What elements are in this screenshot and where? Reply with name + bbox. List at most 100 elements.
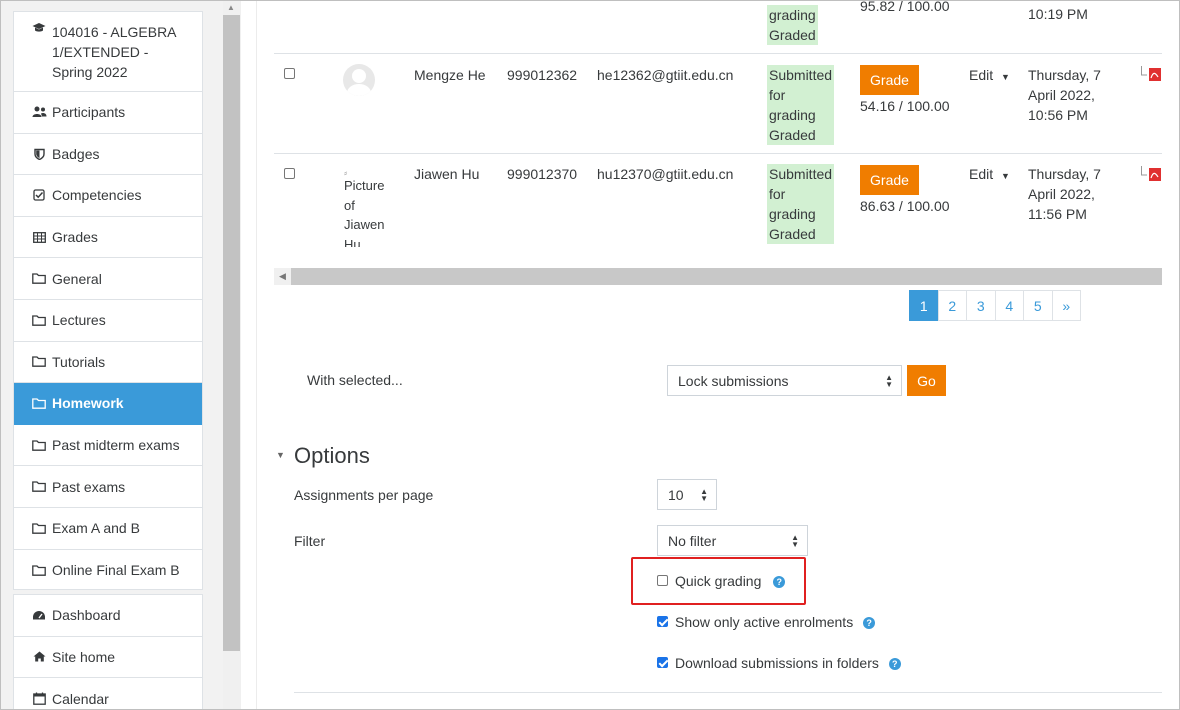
filter-select[interactable]: No filter ▲ ▼ xyxy=(657,525,808,556)
nav-item-participants[interactable]: Participants xyxy=(14,92,202,134)
nav-item-badges[interactable]: Badges xyxy=(14,134,202,176)
select-arrows-icon: ▲ ▼ xyxy=(791,532,799,549)
nav-item-homework[interactable]: Homework xyxy=(14,383,202,425)
pdf-file-icon[interactable] xyxy=(1141,66,1161,82)
nav-item-online-final-exam-b[interactable]: Online Final Exam B xyxy=(14,550,202,592)
section-divider xyxy=(294,692,1162,693)
home-icon xyxy=(31,651,47,662)
id-number: 999012362 xyxy=(507,67,578,83)
nav-item-grades[interactable]: Grades xyxy=(14,217,202,259)
modified-line: Thursday, 7 xyxy=(1028,166,1101,182)
edit-menu[interactable]: Edit ▼ xyxy=(969,164,1010,186)
grade-button[interactable]: Grade xyxy=(860,65,919,95)
nav-item-exam-a-and-b[interactable]: Exam A and B xyxy=(14,508,202,550)
nav-item-lectures[interactable]: Lectures xyxy=(14,300,202,342)
drawer-divider xyxy=(256,1,257,709)
alt-text-line: Hu xyxy=(344,236,361,247)
row-select-checkbox[interactable] xyxy=(284,168,295,179)
select-value: No filter xyxy=(668,532,717,549)
status-line: Graded xyxy=(769,226,816,242)
options-heading[interactable]: Options xyxy=(294,442,370,470)
student-name[interactable]: Mengze He xyxy=(414,65,486,85)
nav-course-title[interactable]: 104016 - ALGEBRA 1/EXTENDED - Spring 202… xyxy=(14,12,202,92)
select-arrows-icon: ▲ ▼ xyxy=(700,486,708,503)
with-selected-label: With selected... xyxy=(307,372,403,388)
nav-item-label: General xyxy=(52,270,102,287)
nav-item-label: Past midterm exams xyxy=(52,437,180,454)
page-link-1[interactable]: 1 xyxy=(909,290,939,321)
scroll-up-arrow-icon[interactable]: ▲ xyxy=(227,3,235,12)
shield-icon xyxy=(31,148,47,160)
score-text: 95.82 / 100.00 xyxy=(860,0,950,14)
course-nav: 104016 - ALGEBRA 1/EXTENDED - Spring 202… xyxy=(13,11,203,590)
pdf-file-icon[interactable] xyxy=(1141,166,1161,182)
course-title-label: 104016 - ALGEBRA 1/EXTENDED - Spring 202… xyxy=(52,24,176,80)
nav-item-general[interactable]: General xyxy=(14,258,202,300)
status-line: for xyxy=(769,87,786,103)
page-link-4[interactable]: 4 xyxy=(994,290,1024,321)
download-folders-option: Download submissions in folders ? xyxy=(675,653,901,673)
help-icon[interactable]: ? xyxy=(863,617,876,630)
student-name[interactable]: Jiawen Hu xyxy=(414,164,479,184)
help-icon[interactable]: ? xyxy=(888,658,901,671)
nav-item-label: Dashboard xyxy=(52,607,121,624)
bulk-action-select[interactable]: Lock submissions ▲ ▼ xyxy=(667,365,902,396)
global-nav: Dashboard Site home Calendar xyxy=(13,594,203,709)
nav-item-dashboard[interactable]: Dashboard xyxy=(14,595,202,637)
select-arrows-icon: ▲ ▼ xyxy=(885,372,893,389)
go-button[interactable]: Go xyxy=(907,365,946,396)
folder-icon xyxy=(31,273,47,285)
nav-item-calendar[interactable]: Calendar xyxy=(14,678,202,709)
nav-item-site-home[interactable]: Site home xyxy=(14,637,202,679)
caret-down-icon: ▼ xyxy=(1001,171,1010,181)
email-address: hu12370@gtiit.edu.cn xyxy=(597,166,734,182)
broken-image-icon: ⸗ xyxy=(344,168,348,179)
modified-time: 10:19 PM xyxy=(1028,6,1088,22)
page-link-next[interactable]: » xyxy=(1051,290,1081,321)
page-link-2[interactable]: 2 xyxy=(937,290,967,321)
alt-text-line: Jiawen xyxy=(344,217,385,232)
users-icon xyxy=(31,106,47,118)
nav-item-competencies[interactable]: Competencies xyxy=(14,175,202,217)
scroll-left-arrow-icon[interactable]: ◀ xyxy=(274,268,291,285)
active-enrolments-option: Show only active enrolments ? xyxy=(675,612,876,632)
row-select-checkbox[interactable] xyxy=(284,68,295,79)
app-window: 104016 - ALGEBRA 1/EXTENDED - Spring 202… xyxy=(0,0,1180,710)
status-badge: grading Graded xyxy=(767,5,818,45)
nav-item-label: Lectures xyxy=(52,312,106,329)
download-folders-checkbox[interactable] xyxy=(657,657,668,668)
table-horizontal-scrollbar[interactable]: ◀ xyxy=(274,268,1162,285)
folder-icon xyxy=(31,356,47,368)
folder-icon xyxy=(31,398,47,409)
filter-label: Filter xyxy=(294,533,326,549)
nav-item-past-exams[interactable]: Past exams xyxy=(14,466,202,508)
per-page-select[interactable]: 10 ▲ ▼ xyxy=(657,479,717,510)
folder-icon xyxy=(31,565,47,576)
edit-label: Edit xyxy=(969,67,994,83)
select-value: 10 xyxy=(668,486,684,503)
per-page-label: Assignments per page xyxy=(294,487,434,503)
nav-item-past-midterm-exams[interactable]: Past midterm exams xyxy=(14,425,202,467)
drawer-scrollbar-thumb[interactable] xyxy=(223,15,240,651)
status-line: Submitted xyxy=(769,166,833,182)
modified-line: 11:56 PM xyxy=(1028,206,1087,222)
folder-icon xyxy=(31,523,47,534)
score-text: 86.63 / 100.00 xyxy=(860,198,950,214)
nav-item-label: Competencies xyxy=(52,187,142,204)
grade-button[interactable]: Grade xyxy=(860,165,919,195)
nav-item-label: Online Final Exam B xyxy=(52,562,180,579)
edit-label: Edit xyxy=(969,166,994,182)
nav-item-label: Tutorials xyxy=(52,353,106,370)
nav-item-label: Badges xyxy=(52,145,100,162)
edit-menu[interactable]: Edit ▼ xyxy=(969,65,1010,87)
graduation-cap-icon xyxy=(31,22,47,34)
page-link-3[interactable]: 3 xyxy=(966,290,996,321)
status-line: grading xyxy=(769,206,816,222)
active-enrolments-checkbox[interactable] xyxy=(657,616,668,627)
folder-icon xyxy=(31,439,47,451)
nav-item-tutorials[interactable]: Tutorials xyxy=(14,342,202,384)
page-link-5[interactable]: 5 xyxy=(1023,290,1053,321)
collapse-caret-icon[interactable]: ▼ xyxy=(276,445,285,465)
modified-line: April 2022, xyxy=(1028,87,1095,103)
last-modified: Thursday, 7 April 2022, 10:56 PM xyxy=(1028,65,1101,125)
